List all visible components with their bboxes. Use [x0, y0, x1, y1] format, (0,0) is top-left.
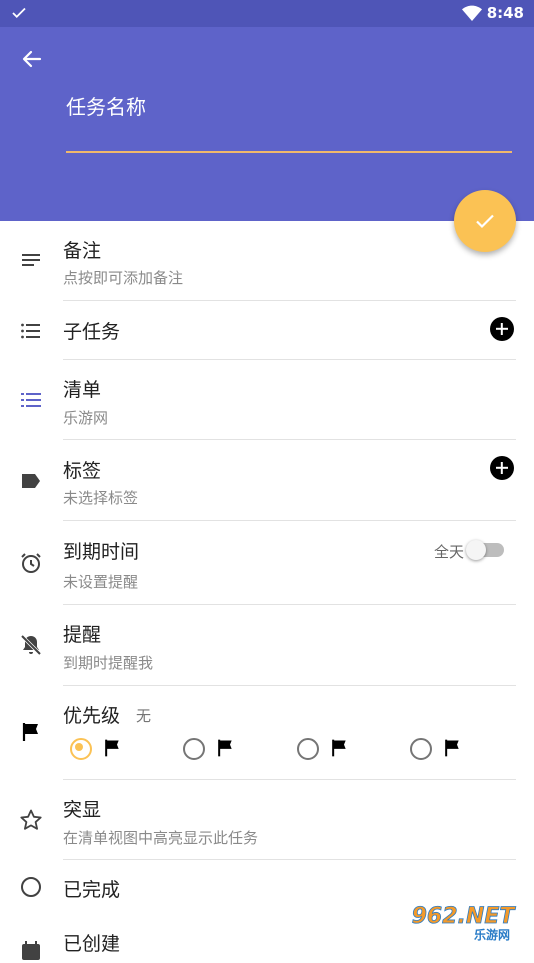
task-name-input[interactable]: [66, 83, 512, 153]
list-icon: [21, 393, 41, 407]
bell-off-icon: [20, 634, 42, 656]
priority-row: 优先级 无: [0, 686, 534, 780]
priority-none-radio[interactable]: [70, 738, 92, 760]
completed-label: 已完成: [63, 879, 121, 901]
notes-label: 备注: [63, 240, 102, 262]
subtasks-icon: [21, 323, 40, 339]
highlight-label: 突显: [63, 799, 102, 821]
wifi-icon: [462, 5, 482, 21]
toggle-thumb: [466, 540, 486, 560]
all-day-toggle[interactable]: [466, 540, 504, 560]
calendar-icon: [22, 941, 40, 960]
priority-value: 无: [136, 707, 152, 725]
status-bar: 8:48: [0, 0, 534, 27]
tags-row[interactable]: 标签 未选择标签: [0, 440, 534, 521]
circle-outline-icon[interactable]: [19, 875, 43, 899]
star-icon: [20, 809, 42, 830]
flag-icon: [22, 723, 38, 741]
priority-high-flag-icon: [445, 739, 459, 757]
created-label: 已创建: [63, 933, 121, 955]
highlight-sub: 在清单视图中高亮显示此任务: [63, 829, 259, 847]
due-time-sub: 未设置提醒: [63, 573, 139, 591]
check-icon: [12, 7, 26, 19]
list-label: 清单: [63, 379, 102, 401]
add-subtask-icon[interactable]: [490, 317, 514, 341]
tags-label: 标签: [63, 460, 102, 482]
reminder-label: 提醒: [63, 624, 102, 646]
back-arrow-icon[interactable]: [20, 47, 44, 71]
check-icon: [476, 214, 494, 229]
watermark-line2: 乐游网: [474, 927, 510, 942]
due-time-label: 到期时间: [63, 541, 140, 563]
tag-icon: [22, 474, 40, 488]
priority-high-radio[interactable]: [410, 738, 432, 760]
list-row[interactable]: 清单 乐游网: [0, 360, 534, 440]
highlight-row[interactable]: 突显 在清单视图中高亮显示此任务: [0, 780, 534, 860]
priority-medium-flag-icon: [332, 739, 346, 757]
watermark-line1: 962.NET: [412, 904, 517, 929]
tags-sub: 未选择标签: [63, 489, 139, 507]
reminder-sub: 到期时提醒我: [63, 654, 154, 672]
priority-low-radio[interactable]: [183, 738, 205, 760]
alarm-clock-icon: [21, 553, 41, 573]
subtasks-label: 子任务: [63, 321, 121, 343]
status-time: 8:48: [486, 4, 524, 22]
add-tag-icon[interactable]: [490, 456, 514, 480]
watermark-logo: 962.NET 乐游网: [396, 898, 530, 944]
save-fab-button[interactable]: [454, 190, 516, 252]
notes-sub: 点按即可添加备注: [63, 269, 184, 287]
priority-label: 优先级: [63, 705, 121, 727]
priority-low-flag-icon: [218, 739, 232, 757]
notes-row[interactable]: 备注 点按即可添加备注: [0, 221, 534, 301]
due-time-row[interactable]: 到期时间 未设置提醒 全天: [0, 521, 534, 605]
list-sub: 乐游网: [63, 409, 109, 427]
reminder-row[interactable]: 提醒 到期时提醒我: [0, 605, 534, 686]
app-bar: [0, 27, 534, 221]
subtasks-row[interactable]: 子任务: [0, 301, 534, 360]
all-day-label: 全天: [433, 543, 464, 561]
notes-icon: [22, 254, 40, 266]
priority-none-flag-icon: [105, 739, 119, 757]
priority-medium-radio[interactable]: [297, 738, 319, 760]
